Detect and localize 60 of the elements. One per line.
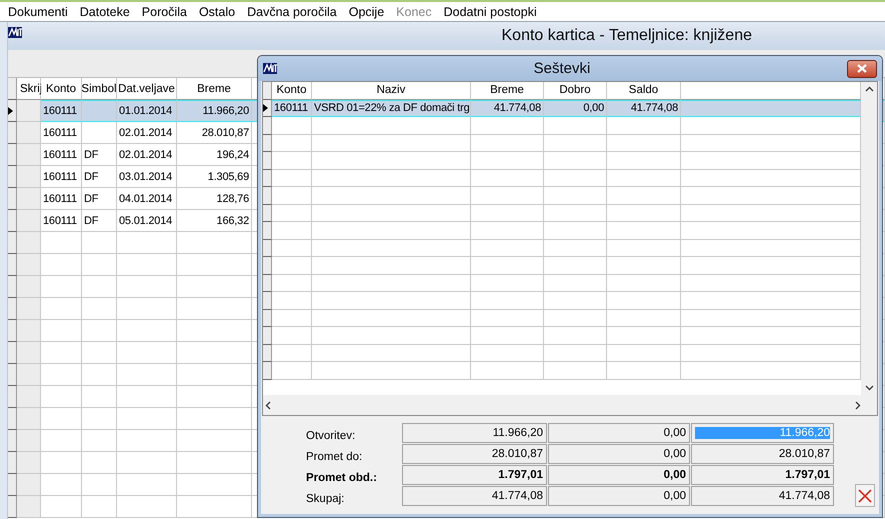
summary-field[interactable]: 11.966,20	[402, 423, 547, 443]
column-header[interactable]: Breme	[177, 78, 252, 100]
summary-field[interactable]: 0,00	[548, 486, 690, 506]
table-cell: 160111	[41, 210, 82, 232]
table-cell: 1.305,69	[177, 166, 252, 188]
table-cell: 160111	[41, 166, 82, 188]
window-title: Konto kartica - Temeljnice: knjižene	[502, 27, 752, 45]
table-cell: 02.01.2014	[117, 144, 177, 166]
menu-item[interactable]: Ostalo	[192, 4, 242, 18]
table-cell: 28.010,87	[177, 122, 252, 144]
table-cell: 128,76	[177, 188, 252, 210]
column-header[interactable]: Dobro	[544, 82, 607, 100]
table-cell: DF	[82, 210, 117, 232]
table-cell: 11.966,20	[177, 100, 252, 122]
summary-field[interactable]: 1.797,01	[691, 465, 834, 485]
table-cell: 41.774,08	[471, 100, 544, 117]
table-cell: 41.774,08	[607, 100, 681, 117]
table-cell: 05.01.2014	[117, 210, 177, 232]
table-cell: 01.01.2014	[117, 100, 177, 122]
table-cell: VSRD 01=22% za DF domači trg	[312, 100, 471, 117]
column-header[interactable]: Dat.veljave	[117, 78, 177, 100]
menu-item[interactable]: Dokumenti	[2, 4, 74, 18]
summary-label: Skupaj:	[306, 492, 346, 506]
table-cell: 03.01.2014	[117, 166, 177, 188]
table-cell: 166,32	[177, 210, 252, 232]
table-cell: 160111	[41, 122, 82, 144]
summary-field[interactable]: 41.774,08	[691, 486, 834, 506]
menu-item[interactable]: Poročila	[136, 4, 193, 18]
column-header[interactable]: Naziv	[312, 82, 471, 100]
column-header[interactable]: Simbol	[82, 78, 117, 100]
summary-label: Promet do:	[306, 450, 364, 464]
summary-field[interactable]: 41.774,08	[402, 486, 547, 506]
table-cell: DF	[82, 166, 117, 188]
menu-item[interactable]: Opcije	[342, 4, 390, 18]
column-header[interactable]: Konto	[272, 82, 312, 100]
table-cell: DF	[82, 144, 117, 166]
table-cell: DF	[82, 188, 117, 210]
table-cell: 0,00	[544, 100, 607, 117]
menu-item[interactable]: Datoteke	[74, 4, 136, 18]
table-cell: 196,24	[177, 144, 252, 166]
table-cell: 02.01.2014	[117, 122, 177, 144]
column-header[interactable]: Konto	[41, 78, 82, 100]
table-cell: 160111	[41, 100, 82, 122]
menu-item[interactable]: Dodatni postopki	[438, 4, 543, 18]
summary-field[interactable]: 0,00	[548, 465, 690, 485]
table-cell: 160111	[41, 188, 82, 210]
summary-field[interactable]: 28.010,87	[691, 444, 834, 464]
summary-field[interactable]: 1.797,01	[402, 465, 547, 485]
summary-field[interactable]: 28.010,87	[402, 444, 547, 464]
table-cell: 160111	[272, 100, 312, 117]
summary-field[interactable]: 0,00	[548, 423, 690, 443]
summary-field[interactable]: 0,00	[548, 444, 690, 464]
table-cell: 160111	[41, 144, 82, 166]
summary-label: Promet obd.:	[306, 470, 378, 486]
dialog-title: Seštevki	[532, 60, 592, 77]
column-header[interactable]: Saldo	[607, 82, 681, 100]
table-cell: 04.01.2014	[117, 188, 177, 210]
summary-label: Otvoritev:	[306, 428, 356, 444]
menu-item[interactable]: Davčna poročila	[241, 4, 343, 18]
column-header[interactable]: Breme	[471, 82, 544, 100]
